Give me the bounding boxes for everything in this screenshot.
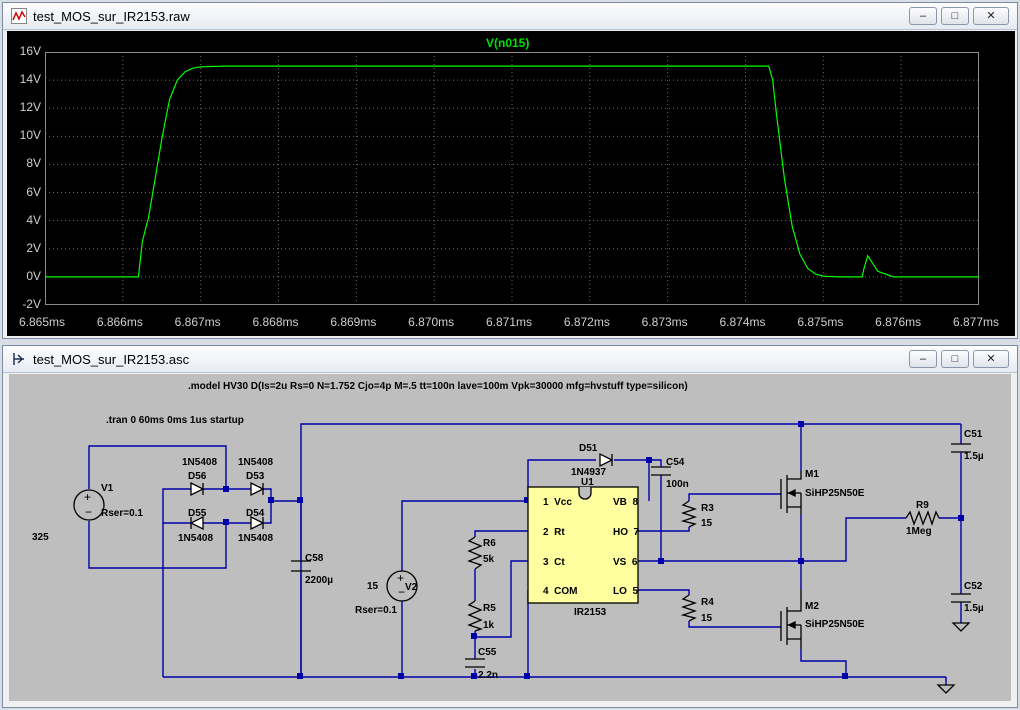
m1-name: M1 [805, 469, 819, 480]
d55-name: D55 [188, 508, 207, 519]
d56-part: 1N5408 [182, 457, 217, 468]
u1-pin-7: HO 7 [613, 527, 640, 538]
d54-part: 1N5408 [238, 533, 273, 544]
x-tick-label: 6.871ms [486, 315, 533, 329]
waveform-plot[interactable] [45, 52, 979, 305]
v1-name: V1 [101, 483, 114, 494]
m2-part: SiHP25N50E [805, 619, 865, 630]
x-tick-label: 6.875ms [797, 315, 844, 329]
waveform-maximize-button[interactable]: □ [941, 7, 969, 25]
m2-name: M2 [805, 601, 819, 612]
waveform-titlebar[interactable]: test_MOS_sur_IR2153.raw – □ ✕ [3, 3, 1017, 30]
d55-part: 1N5408 [178, 533, 213, 544]
v1-rser: Rser=0.1 [101, 508, 143, 519]
r4-name: R4 [701, 597, 714, 608]
c51-name: C51 [964, 429, 983, 440]
u1-pin-2: 2 Rt [543, 527, 565, 538]
waveform-close-button[interactable]: ✕ [973, 7, 1009, 25]
y-tick-label: 8V [26, 156, 41, 171]
c51-value: 1.5µ [964, 451, 984, 462]
y-tick-label: 4V [26, 212, 41, 227]
svg-text:−: − [85, 505, 92, 519]
c54-name: C54 [666, 457, 685, 468]
x-tick-label: 6.865ms [19, 315, 66, 329]
v2-name: V2 [405, 582, 418, 593]
r5-value: 1k [483, 620, 495, 631]
schematic-close-button[interactable]: ✕ [973, 350, 1009, 368]
x-tick-label: 6.870ms [408, 315, 455, 329]
u1-pin-1: 1 Vcc [543, 497, 572, 508]
u1-part: IR2153 [574, 607, 607, 618]
svg-text:−: − [398, 585, 405, 599]
y-tick-label: 2V [26, 240, 41, 255]
r6-value: 5k [483, 554, 495, 565]
x-tick-label: 6.867ms [174, 315, 221, 329]
d53-part: 1N5408 [238, 457, 273, 468]
c58-name: C58 [305, 553, 324, 564]
waveform-app-icon [11, 8, 27, 24]
r4-value: 15 [701, 613, 713, 624]
schematic-titlebar[interactable]: test_MOS_sur_IR2153.asc – □ ✕ [3, 346, 1017, 373]
r9-name: R9 [916, 500, 929, 511]
d53-name: D53 [246, 471, 265, 482]
model-directive[interactable]: .model HV30 D(Is=2u Rs=0 N=1.752 Cjo=4p … [188, 381, 688, 392]
y-tick-label: 6V [26, 184, 41, 199]
x-tick-label: 6.872ms [563, 315, 610, 329]
y-tick-label: -2V [22, 297, 41, 311]
schematic-canvas[interactable]: .model HV30 D(Is=2u Rs=0 N=1.752 Cjo=4p … [9, 374, 1011, 701]
u1-pin-5: LO 5 [613, 586, 638, 597]
x-tick-label: 6.874ms [719, 315, 766, 329]
x-tick-label: 6.866ms [96, 315, 143, 329]
y-tick-label: 16V [19, 44, 41, 58]
schematic-window-title: test_MOS_sur_IR2153.asc [33, 352, 190, 367]
schematic-maximize-button[interactable]: □ [941, 350, 969, 368]
u1-pin-4: 4 COM [543, 586, 577, 597]
c55-name: C55 [478, 647, 497, 658]
r6-name: R6 [483, 538, 496, 549]
waveform-window-title: test_MOS_sur_IR2153.raw [33, 9, 190, 24]
svg-text:+: + [397, 571, 404, 585]
c52-value: 1.5µ [964, 603, 984, 614]
x-tick-label: 6.868ms [252, 315, 299, 329]
u1-name: U1 [581, 477, 594, 488]
y-tick-label: 10V [19, 128, 41, 143]
x-tick-label: 6.876ms [875, 315, 922, 329]
v2-rser: Rser=0.1 [355, 605, 397, 616]
c54-value: 100n [666, 479, 689, 490]
r3-name: R3 [701, 503, 714, 514]
v1-value: 325 [32, 532, 49, 543]
svg-text:+: + [84, 490, 91, 504]
y-tick-label: 0V [26, 268, 41, 283]
m1-part: SiHP25N50E [805, 488, 865, 499]
schematic-window: test_MOS_sur_IR2153.asc – □ ✕ .model HV3… [2, 345, 1018, 708]
c55-value: 2.2n [478, 670, 498, 681]
trace-label[interactable]: V(n015) [486, 36, 529, 50]
plot-border [45, 52, 979, 305]
u1-pin-8: VB 8 [613, 497, 638, 508]
c58-value: 2200µ [305, 575, 333, 586]
r5-name: R5 [483, 603, 496, 614]
d54-name: D54 [246, 508, 265, 519]
schematic-minimize-button[interactable]: – [909, 350, 937, 368]
schematic-app-icon [13, 353, 24, 365]
y-tick-label: 14V [19, 72, 41, 87]
waveform-window: test_MOS_sur_IR2153.raw – □ ✕ V(n015) 6.… [2, 2, 1018, 339]
series-line-vn015[interactable] [45, 65, 979, 278]
d56-name: D56 [188, 471, 207, 482]
x-tick-label: 6.877ms [953, 315, 1000, 329]
y-tick-label: 12V [19, 100, 41, 115]
v2-value: 15 [367, 581, 379, 592]
u1-pin-3: 3 Ct [543, 557, 565, 568]
u1-pin-6: VS 6 [613, 557, 638, 568]
waveform-minimize-button[interactable]: – [909, 7, 937, 25]
r3-value: 15 [701, 518, 713, 529]
x-tick-label: 6.873ms [641, 315, 688, 329]
tran-directive[interactable]: .tran 0 60ms 0ms 1us startup [106, 415, 244, 426]
r9-value: 1Meg [906, 526, 932, 537]
x-tick-label: 6.869ms [330, 315, 377, 329]
d51-name: D51 [579, 443, 598, 454]
c52-name: C52 [964, 581, 983, 592]
